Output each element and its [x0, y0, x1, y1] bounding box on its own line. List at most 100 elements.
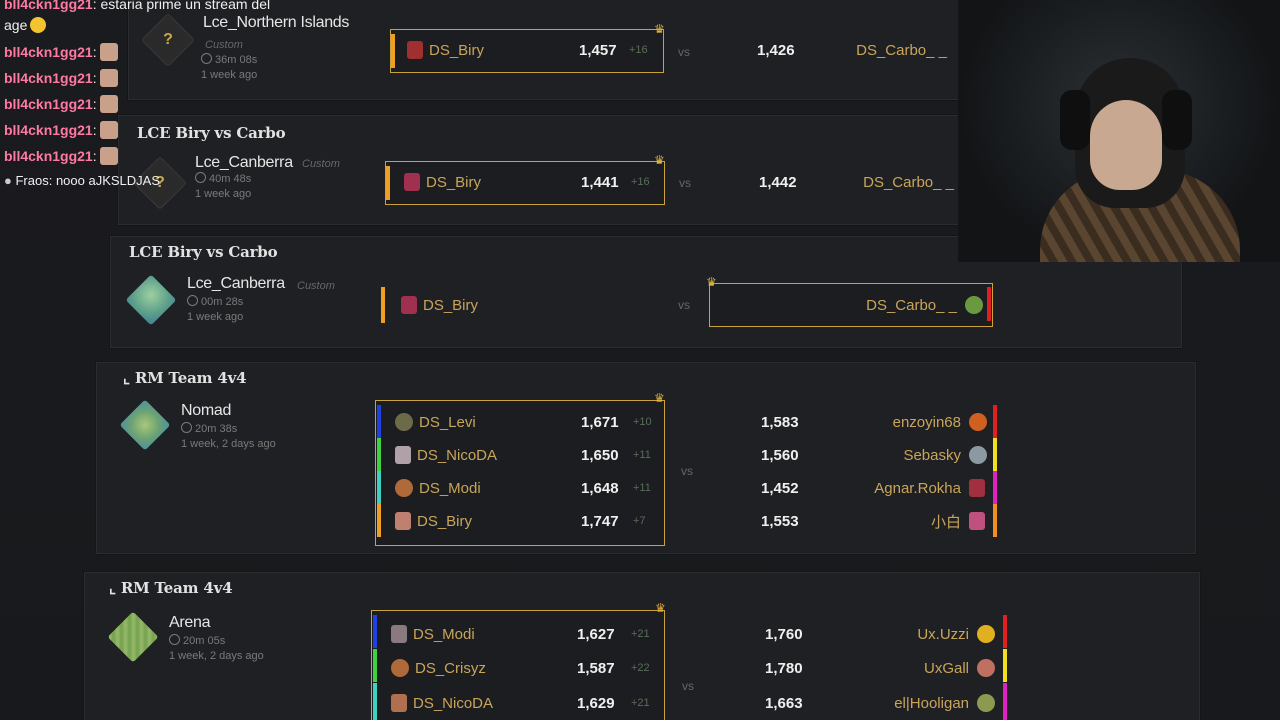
player-name[interactable]: DS_Biry [417, 513, 581, 530]
team-color-bar [373, 683, 377, 720]
player-rating: 1,457 [579, 41, 617, 59]
player-name[interactable]: Ux.Uzzi [865, 626, 969, 643]
player-name[interactable]: DS_Carbo_ _ [854, 174, 954, 191]
player-rating: 1,629 [577, 694, 615, 712]
player-row[interactable]: DS_Crisyz 1,587 +22 [391, 653, 661, 683]
clock-icon [187, 295, 198, 306]
civ-emblem-icon [969, 512, 985, 530]
player-row[interactable]: DS_NicoDA 1,629 +21 [391, 688, 661, 718]
match-tag: Custom [302, 158, 340, 170]
player-row[interactable]: DS_Modi 1,648 +11 [395, 473, 665, 503]
player-name[interactable]: 小白 [861, 511, 961, 532]
player-name[interactable]: el|Hooligan [865, 695, 969, 712]
match-tag: Custom [297, 280, 335, 292]
match-history-page: ? Lce_Northern Islands Custom 36m 08s 1 … [0, 0, 1280, 720]
player-row[interactable]: 1,426 DS_Carbo_ _ [757, 35, 957, 65]
player-row[interactable]: 1,583 enzoyin68 [761, 407, 991, 437]
match-duration: 20m 05s [183, 635, 226, 647]
player-name[interactable]: UxGall [865, 660, 969, 677]
player-name[interactable]: enzoyin68 [861, 414, 961, 431]
player-name[interactable]: DS_NicoDA [417, 447, 581, 464]
chat-message: age [4, 17, 47, 33]
team-color-bar [1003, 615, 1007, 648]
vs-label: vs [678, 298, 690, 312]
vs-label: vs [678, 45, 690, 59]
player-name[interactable]: DS_Modi [413, 626, 577, 643]
civ-emblem-icon [404, 173, 420, 191]
civ-emblem-icon [969, 413, 987, 431]
rating-delta: +21 [631, 628, 650, 640]
player-row[interactable]: 1,663 el|Hooligan [765, 688, 997, 718]
chat-message: bll4ckn1gg21: [4, 121, 118, 139]
player-row[interactable]: DS_Biry 1,441 +16 [404, 167, 659, 197]
chat-message: bll4ckn1gg21: [4, 95, 118, 113]
player-row[interactable]: 1,553 小白 [761, 506, 991, 536]
match-ago: 1 week ago [187, 311, 244, 323]
map-thumbnail [125, 274, 177, 326]
player-rating: 1,560 [761, 446, 799, 464]
player-row[interactable]: 1,560 Sebasky [761, 440, 991, 470]
player-name[interactable]: DS_Modi [419, 480, 581, 497]
player-row[interactable]: DS_Modi 1,627 +21 [391, 619, 661, 649]
player-row[interactable]: DS_Biry [401, 290, 601, 320]
chat-message: bll4ckn1gg21: estaria prime un stream de… [4, 0, 270, 12]
player-row[interactable]: DS_Biry 1,747 +7 [395, 506, 665, 536]
player-row[interactable]: 1,452 Agnar.Rokha [761, 473, 991, 503]
team-color-bar [993, 438, 997, 471]
player-rating: 1,760 [765, 625, 803, 643]
emote-icon [99, 43, 118, 61]
player-row[interactable]: 1,442 DS_Carbo_ _ [759, 167, 959, 197]
civ-emblem-icon [395, 512, 411, 530]
match-ago: 1 week, 2 days ago [169, 650, 264, 662]
chat-username: bll4ckn1gg21 [4, 70, 93, 86]
headset-icon [1162, 90, 1192, 150]
team-color-bar [391, 34, 395, 68]
player-name[interactable]: DS_Crisyz [415, 660, 577, 677]
chat-text: estaria prime un stream del [100, 0, 271, 12]
player-row[interactable]: DS_Biry 1,457 +16 [407, 35, 657, 65]
civ-emblem-icon [395, 446, 411, 464]
rating-delta: +11 [633, 449, 651, 461]
player-name[interactable]: DS_Levi [419, 414, 581, 431]
rating-delta: +11 [633, 482, 651, 494]
team-color-bar [993, 405, 997, 438]
player-name[interactable]: DS_Biry [426, 174, 581, 191]
civ-emblem-icon [407, 41, 423, 59]
player-row[interactable]: 1,760 Ux.Uzzi [765, 619, 997, 649]
match-ago: 1 week, 2 days ago [181, 438, 276, 450]
player-name[interactable]: Sebasky [861, 447, 961, 464]
player-row[interactable]: 1,780 UxGall [765, 653, 997, 683]
match-card[interactable]: ⌞ RM Team 4v4 Nomad 20m 38s 1 week, 2 da… [96, 362, 1196, 554]
player-name[interactable]: DS_Biry [423, 297, 478, 314]
match-card[interactable]: ⌞ RM Team 4v4 Arena 20m 05s 1 week, 2 da… [84, 572, 1200, 720]
player-rating: 1,648 [581, 479, 619, 497]
vs-label: vs [682, 679, 694, 693]
chat-message: bll4ckn1gg21: [4, 147, 118, 165]
rating-delta: +16 [629, 44, 648, 56]
player-row[interactable]: DS_Carbo_ _ [811, 290, 983, 320]
player-name[interactable]: DS_Carbo_ _ [847, 42, 947, 59]
headset-icon [1060, 90, 1090, 150]
match-title-text: RM Team 4v4 [134, 369, 247, 387]
player-rating: 1,747 [581, 512, 619, 530]
player-name[interactable]: DS_Carbo_ _ [866, 297, 957, 314]
team-color-bar [1003, 683, 1007, 720]
match-duration: 20m 38s [195, 423, 238, 435]
map-thumbnail [107, 611, 159, 663]
chat-username: bll4ckn1gg21 [4, 96, 93, 112]
chart-icon: ⌞ [109, 579, 121, 597]
civ-emblem-icon [391, 659, 409, 677]
player-row[interactable]: DS_Levi 1,671 +10 [395, 407, 665, 437]
player-row[interactable]: DS_NicoDA 1,650 +11 [395, 440, 665, 470]
player-rating: 1,452 [761, 479, 799, 497]
chat-message: ● Fraos: nooo aJKSLDJAS [4, 173, 161, 188]
clock-icon [169, 634, 180, 645]
rating-delta: +22 [631, 662, 650, 674]
player-name[interactable]: DS_Biry [429, 42, 579, 59]
player-name[interactable]: Agnar.Rokha [861, 480, 961, 497]
chart-icon: ⌞ [123, 369, 135, 387]
team-color-bar [377, 405, 381, 438]
player-rating: 1,442 [759, 173, 797, 191]
player-name[interactable]: DS_NicoDA [413, 695, 577, 712]
emote-icon [99, 95, 118, 113]
